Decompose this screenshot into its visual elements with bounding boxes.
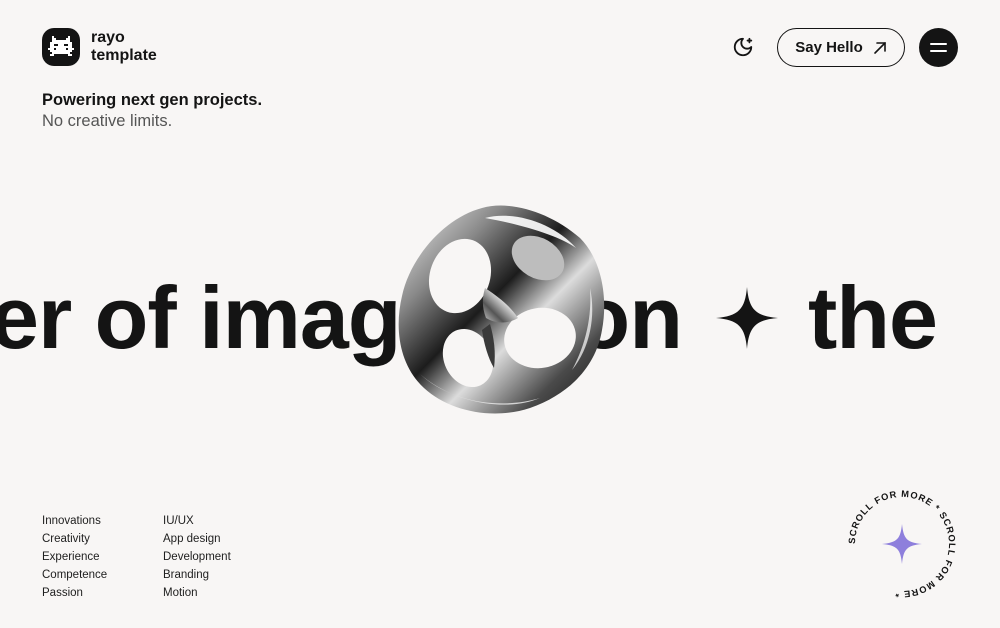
say-hello-button[interactable]: Say Hello [777, 28, 905, 67]
values-list: Innovations Creativity Experience Compet… [42, 512, 107, 602]
scroll-for-more-badge[interactable]: SCROLL FOR MORE * SCROLL FOR MORE * [842, 484, 962, 604]
menu-button[interactable] [919, 28, 958, 67]
list-item: Experience [42, 551, 100, 563]
list-item: App design [163, 533, 221, 545]
brand-logo[interactable]: rayo template [42, 28, 157, 66]
brand-name-line2: template [91, 47, 157, 64]
list-item: Motion [163, 587, 198, 599]
hamburger-icon-line-bottom [930, 50, 947, 52]
hamburger-icon-line-top [930, 43, 947, 45]
moon-stars-icon [733, 37, 753, 57]
pixel-cat-logo-icon [42, 28, 80, 66]
list-item: Passion [42, 587, 83, 599]
arrow-up-right-icon [873, 41, 886, 54]
hero-subheadline: No creative limits. [42, 112, 173, 130]
list-item: Creativity [42, 533, 90, 545]
services-list: IU/UX App design Development Branding Mo… [163, 512, 231, 602]
say-hello-label: Say Hello [795, 39, 863, 56]
list-item: Competence [42, 569, 108, 581]
hero-tagline: Powering next gen projects. No creative … [42, 90, 262, 132]
sparkle-icon [882, 524, 922, 564]
theme-toggle-button[interactable] [732, 36, 754, 58]
list-item: Development [163, 551, 231, 563]
marquee-text-after: the [807, 268, 938, 367]
chrome-3d-object [398, 205, 605, 414]
brand-name: rayo template [91, 29, 157, 65]
list-item: IU/UX [163, 515, 194, 527]
brand-name-line1: rayo [91, 29, 125, 46]
hero-headline: Powering next gen projects. [42, 91, 263, 109]
four-point-star-icon [715, 287, 778, 349]
list-item: Branding [163, 569, 210, 581]
list-item: Innovations [42, 515, 101, 527]
